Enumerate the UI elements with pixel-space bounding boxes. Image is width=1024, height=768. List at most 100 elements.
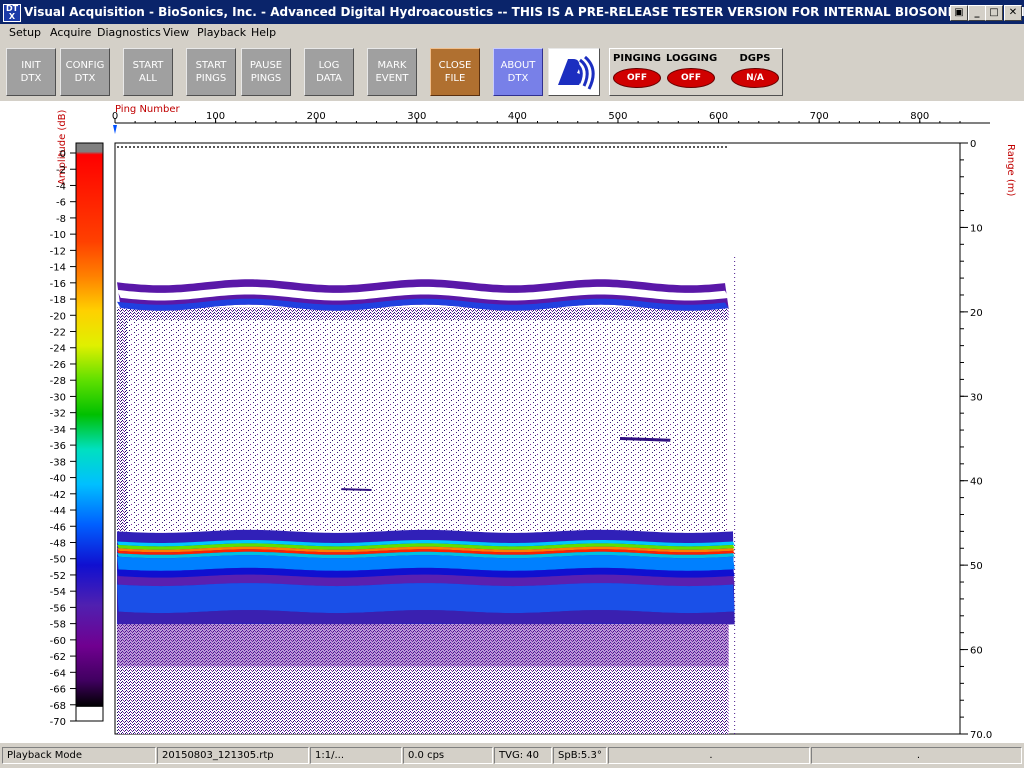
echogram-chart[interactable]: Amplitude (dB) 0-2-4-6-8-10-12-14-16-18-… xyxy=(0,101,1024,743)
colorbar-tick-label: -4 xyxy=(56,181,66,192)
ping-tick-label: 0 xyxy=(112,111,118,122)
start-pings-button[interactable]: START PINGS xyxy=(186,48,236,96)
menu-playback[interactable]: Playback xyxy=(197,26,246,39)
range-axis-ticks: 0 10 20 30 40 50 60 70.0 xyxy=(959,139,992,741)
maximize-icon[interactable]: □ xyxy=(985,5,1003,21)
pause-pings-button[interactable]: PAUSE PINGS xyxy=(241,48,291,96)
start-all-label-2: ALL xyxy=(139,73,157,84)
status-spb: SpB:5.3° xyxy=(553,747,607,764)
restore-icon[interactable]: ▣ xyxy=(950,5,968,21)
mark-event-label-1: MARK xyxy=(377,60,407,71)
start-all-button[interactable]: START ALL xyxy=(123,48,173,96)
range-tick-label: 50 xyxy=(970,561,983,572)
colorbar-tick-label: -14 xyxy=(50,263,66,274)
colorbar-tick-label: -18 xyxy=(50,295,66,306)
range-tick-label: 70.0 xyxy=(970,730,992,741)
scatter-dense-top xyxy=(117,307,729,320)
close-icon[interactable]: ✕ xyxy=(1004,5,1022,21)
menu-help[interactable]: Help xyxy=(251,26,276,39)
colorbar-tick-label: -30 xyxy=(50,392,66,403)
log-data-button[interactable]: LOG DATA xyxy=(304,48,354,96)
ping-tick-label: 200 xyxy=(307,111,326,122)
sub-bottom-haze xyxy=(117,624,729,667)
start-pings-label-1: START xyxy=(195,60,227,71)
mark-event-button[interactable]: MARK EVENT xyxy=(367,48,417,96)
range-tick-label: 30 xyxy=(970,392,983,403)
status-mode: Playback Mode xyxy=(2,747,156,764)
log-data-label-1: LOG xyxy=(318,60,340,71)
close-file-label-1: CLOSE xyxy=(438,60,472,71)
about-dtx-label-2: DTX xyxy=(507,73,529,84)
fish-target xyxy=(619,437,671,442)
mark-event-label-2: EVENT xyxy=(375,73,409,84)
colorbar-tick-label: -32 xyxy=(50,409,66,420)
menu-setup[interactable]: Setup xyxy=(9,26,41,39)
colorbar-tick-label: -58 xyxy=(50,620,66,631)
colorbar-tick-label: -6 xyxy=(56,198,66,209)
ping-tick-label: 100 xyxy=(206,111,225,122)
colorbar-tick-label: -70 xyxy=(50,717,66,728)
colorbar-tick-label: -46 xyxy=(50,522,66,533)
colorbar-tick-label: -16 xyxy=(50,279,66,290)
colorbar-tick-label: -26 xyxy=(50,360,66,371)
colorbar-tick-label: -8 xyxy=(56,214,66,225)
window-title: Visual Acquisition - BioSonics, Inc. - A… xyxy=(24,5,1024,19)
colorbar-tick-label: -22 xyxy=(50,328,66,339)
colorbar-tick-label: -40 xyxy=(50,474,66,485)
ping-tick-label: 600 xyxy=(709,111,728,122)
bottom-band-strip xyxy=(117,583,735,614)
colorbar-tick-label: -48 xyxy=(50,538,66,549)
close-file-label-2: FILE xyxy=(444,73,466,84)
colorbar-tick-label: -60 xyxy=(50,636,66,647)
dgps-lamp: N/A xyxy=(731,68,779,88)
init-dtx-button[interactable]: INIT DTX xyxy=(6,48,56,96)
pause-pings-label-1: PAUSE xyxy=(249,60,283,71)
menu-acquire[interactable]: Acquire xyxy=(50,26,91,39)
menu-view[interactable]: View xyxy=(163,26,189,39)
colorbar-tick-label: -66 xyxy=(50,685,66,696)
colorbar-tick-label: -34 xyxy=(50,425,66,436)
colorbar-tick-label: -42 xyxy=(50,490,66,501)
ping-cursor-icon[interactable] xyxy=(113,125,117,134)
colorbar-tick-label: -12 xyxy=(50,246,66,257)
colorbar xyxy=(75,142,104,722)
range-tick-label: 20 xyxy=(970,308,983,319)
logging-lamp: OFF xyxy=(667,68,715,88)
logging-indicator: LOGGING OFF xyxy=(666,49,717,95)
dgps-indicator: DGPS N/A xyxy=(730,49,780,95)
app-icon[interactable]: DT X xyxy=(3,4,21,22)
about-dtx-button[interactable]: ABOUT DTX xyxy=(493,48,543,96)
app-icon-text-2: X xyxy=(8,12,16,21)
config-dtx-button[interactable]: CONFIG DTX xyxy=(60,48,110,96)
colorbar-tick-label: -52 xyxy=(50,571,66,582)
status-cps: 0.0 cps xyxy=(403,747,493,764)
colorbar-tick-label: -50 xyxy=(50,555,66,566)
colorbar-tick-label: -36 xyxy=(50,441,66,452)
colorbar-tick-label: -56 xyxy=(50,603,66,614)
ping-axis-label: Ping Number xyxy=(115,104,181,115)
ping-tick-label: 300 xyxy=(407,111,426,122)
menu-diagnostics[interactable]: Diagnostics xyxy=(97,26,161,39)
colorbar-tick-label: -62 xyxy=(50,652,66,663)
dgps-label: DGPS xyxy=(739,53,771,64)
range-tick-label: 0 xyxy=(970,139,976,150)
minimize-icon[interactable]: _ xyxy=(968,5,986,21)
status-ratio: 1:1/... xyxy=(310,747,402,764)
config-dtx-label-1: CONFIG xyxy=(65,60,105,71)
about-dtx-label-1: ABOUT xyxy=(500,60,536,71)
log-data-label-2: DATA xyxy=(316,73,342,84)
biosonics-logo xyxy=(548,48,600,96)
ping-tick-label: 800 xyxy=(910,111,929,122)
close-file-button[interactable]: CLOSE FILE xyxy=(430,48,480,96)
start-pings-label-2: PINGS xyxy=(195,73,227,84)
ping-tick-label: 400 xyxy=(508,111,527,122)
colorbar-tick-label: -24 xyxy=(50,344,66,355)
config-dtx-label-2: DTX xyxy=(74,73,96,84)
status-indicators: PINGING OFF LOGGING OFF DGPS N/A xyxy=(609,48,783,96)
status-filename: 20150803_121305.rtp xyxy=(157,747,309,764)
colorbar-tick-label: -10 xyxy=(50,230,66,241)
ping-tick-label: 700 xyxy=(810,111,829,122)
biosonics-logo-icon xyxy=(558,55,595,90)
range-axis-label: Range (m) xyxy=(1005,144,1016,197)
colorbar-tick-label: -28 xyxy=(50,376,66,387)
